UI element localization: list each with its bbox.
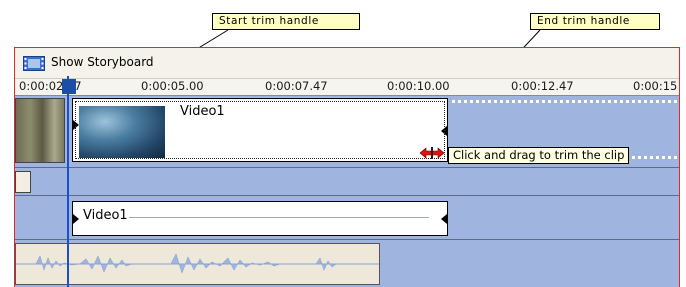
previous-video-clip[interactable] xyxy=(15,98,65,163)
title-clip-name: Video1 xyxy=(83,208,128,223)
end-trim-handle[interactable] xyxy=(441,126,447,136)
trim-tooltip: Click and drag to trim the clip xyxy=(448,147,630,164)
audio-clip[interactable] xyxy=(15,243,380,285)
clip-name: Video1 xyxy=(180,104,225,119)
playhead-marker[interactable] xyxy=(62,79,76,94)
video-clip[interactable]: Video1 xyxy=(72,98,448,162)
timeline-panel: Show Storyboard 0:00:02.47 0:00:05.00 0:… xyxy=(14,47,680,287)
trim-cursor-icon xyxy=(419,144,445,163)
video-track: Video1 Click and drag to trim the clip xyxy=(15,96,679,168)
ruler-label: 0:00:15 xyxy=(633,79,678,93)
ruler-label: 0:00:12.47 xyxy=(511,79,574,93)
title-start-trim-handle[interactable] xyxy=(73,214,79,224)
title-overlay-track: Video1 xyxy=(15,196,679,240)
ruler-label: 0:00:07.47 xyxy=(265,79,328,93)
drop-zone-dots xyxy=(452,100,679,103)
ruler-label: 0:00:10.00 xyxy=(387,79,450,93)
timeline-toolbar: Show Storyboard xyxy=(15,48,679,78)
title-clip-line xyxy=(129,217,429,218)
start-trim-handle[interactable] xyxy=(73,120,79,130)
filmstrip-icon[interactable] xyxy=(23,56,45,71)
ruler-label: 0:00:05.00 xyxy=(141,79,204,93)
title-end-trim-handle[interactable] xyxy=(441,214,447,224)
playhead-line[interactable] xyxy=(67,76,69,287)
audio-track xyxy=(15,240,679,287)
title-clip[interactable]: Video1 xyxy=(72,201,448,236)
transition-track xyxy=(15,168,679,196)
timeline-ruler[interactable]: 0:00:02.47 0:00:05.00 0:00:07.47 0:00:10… xyxy=(15,78,679,96)
transition-item[interactable] xyxy=(15,171,31,193)
clip-thumbnail xyxy=(79,106,165,158)
audio-waveform xyxy=(16,253,379,274)
show-storyboard-button[interactable]: Show Storyboard xyxy=(51,55,154,69)
